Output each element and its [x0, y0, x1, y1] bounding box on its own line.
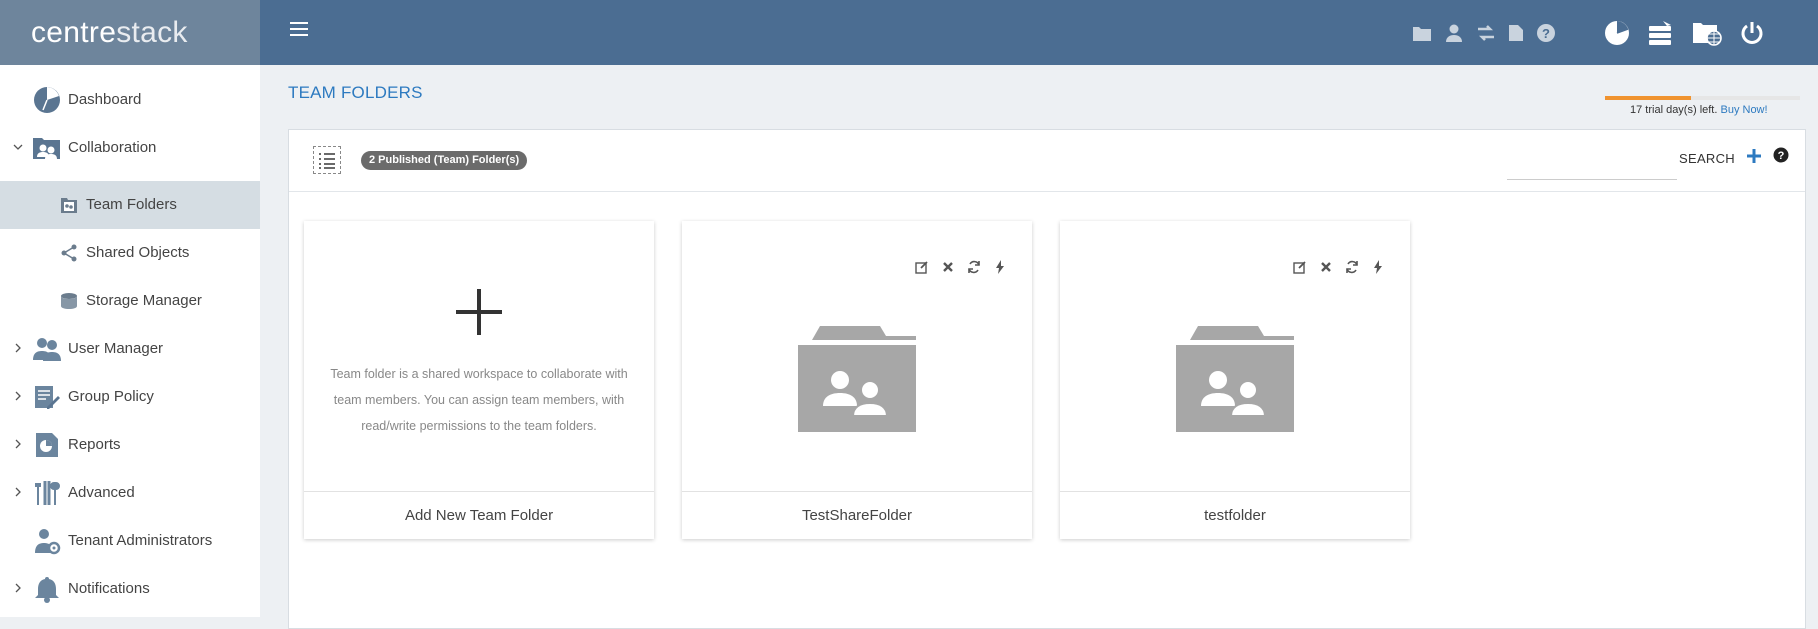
team-folders-panel: 2 Published (Team) Folder(s) SEARCH ? Te… [288, 129, 1806, 629]
delete-icon[interactable] [940, 259, 956, 275]
sidebar-item-label: Advanced [68, 484, 135, 501]
bell-icon [32, 575, 62, 603]
users-icon [32, 335, 62, 363]
svg-text:?: ? [1778, 150, 1785, 162]
edit-icon[interactable] [914, 259, 930, 275]
sidebar-item-label: Tenant Administrators [68, 532, 213, 549]
sidebar-item-advanced[interactable]: Advanced [0, 469, 260, 517]
sidebar-item-tenant-administrators[interactable]: Tenant Administrators [0, 517, 260, 565]
document-icon[interactable] [1508, 24, 1524, 42]
sidebar-item-label: Shared Objects [86, 244, 190, 261]
team-folder-icon [798, 326, 916, 432]
lightning-icon[interactable] [992, 259, 1008, 275]
sync-icon[interactable] [1344, 259, 1360, 275]
logo: centrestack [31, 16, 188, 50]
share-icon [58, 239, 80, 267]
sidebar-item-user-manager[interactable]: User Manager [0, 325, 260, 373]
storage-icon [58, 287, 80, 315]
menu-toggle-icon[interactable] [290, 22, 310, 40]
sidebar-item-label: User Manager [68, 340, 164, 357]
sidebar-item-label: Dashboard [68, 91, 142, 108]
edit-icon[interactable] [1292, 259, 1308, 275]
chevron-right-icon [15, 583, 21, 593]
help-circle-icon[interactable]: ? [1536, 23, 1556, 43]
card-actions [1292, 259, 1386, 275]
list-view-button[interactable] [313, 146, 341, 174]
sidebar-item-notifications[interactable]: Notifications [0, 565, 260, 613]
sidebar-item-team-folders[interactable]: Team Folders [0, 181, 260, 229]
tools-icon [32, 479, 62, 507]
card-title: Add New Team Folder [304, 491, 654, 539]
svg-text:?: ? [1542, 26, 1550, 41]
header-quick-icons: ? [1412, 0, 1556, 65]
sidebar-item-label: Team Folders [86, 196, 177, 213]
trial-notice: 17 trial day(s) left. Buy Now! [1630, 104, 1768, 116]
chevron-right-icon [15, 487, 21, 497]
sidebar-item-label: Reports [68, 436, 121, 453]
plus-icon [456, 289, 502, 335]
chevron-down-icon [13, 144, 23, 150]
logo-text-bold: stack [116, 15, 188, 49]
trial-days-text: 17 trial day(s) left. [1630, 104, 1718, 116]
server-stack-icon[interactable] [1647, 20, 1675, 46]
sync-icon[interactable] [966, 259, 982, 275]
reports-icon [32, 431, 62, 459]
team-folder-icon [58, 191, 80, 219]
sidebar-item-group-policy[interactable]: Group Policy [0, 373, 260, 421]
search-input[interactable] [1507, 156, 1677, 180]
help-icon[interactable]: ? [1773, 147, 1789, 163]
panel-toolbar: 2 Published (Team) Folder(s) SEARCH ? [289, 130, 1805, 192]
trial-progress-fill [1605, 96, 1691, 100]
transfer-icon[interactable] [1476, 24, 1496, 42]
admin-gear-icon [32, 527, 62, 555]
delete-icon[interactable] [1318, 259, 1334, 275]
sidebar: Dashboard Collaboration Team Folders Sha… [0, 65, 260, 617]
card-title: testfolder [1060, 491, 1410, 539]
team-folder-card[interactable]: testfolder [1060, 221, 1410, 539]
logo-area[interactable]: centrestack [0, 0, 260, 65]
globe-folder-icon[interactable] [1692, 20, 1722, 46]
chevron-right-icon [15, 343, 21, 353]
team-folder-icon [1176, 326, 1294, 432]
page-title: TEAM FOLDERS [288, 83, 423, 102]
sidebar-item-label: Collaboration [68, 139, 157, 156]
card-title: TestShareFolder [682, 491, 1032, 539]
dashboard-icon [32, 86, 62, 114]
folder-icon[interactable] [1412, 24, 1432, 42]
collaboration-icon [32, 134, 62, 162]
sidebar-item-dashboard[interactable]: Dashboard [0, 76, 260, 124]
search-button[interactable]: SEARCH [1679, 151, 1735, 166]
sidebar-item-collaboration[interactable]: Collaboration [0, 124, 260, 172]
buy-now-link[interactable]: Buy Now! [1720, 104, 1767, 116]
published-folder-count-badge: 2 Published (Team) Folder(s) [361, 151, 528, 170]
sidebar-item-storage-manager[interactable]: Storage Manager [0, 277, 260, 325]
user-icon[interactable] [1444, 24, 1464, 42]
sidebar-item-label: Group Policy [68, 388, 154, 405]
pie-chart-icon[interactable] [1604, 20, 1630, 46]
sidebar-item-shared-objects[interactable]: Shared Objects [0, 229, 260, 277]
add-card-description: Team folder is a shared workspace to col… [330, 367, 628, 433]
trial-progress-bar [1605, 96, 1800, 100]
top-bar: centrestack ? [0, 0, 1818, 65]
sidebar-item-label: Notifications [68, 580, 150, 597]
add-team-folder-card[interactable]: Team folder is a shared workspace to col… [304, 221, 654, 539]
chevron-right-icon [15, 391, 21, 401]
add-icon[interactable] [1745, 147, 1763, 165]
chevron-right-icon [15, 439, 21, 449]
header-main-icons [1604, 0, 1765, 65]
card-actions [914, 259, 1008, 275]
sidebar-item-label: Storage Manager [86, 292, 202, 309]
power-icon[interactable] [1739, 20, 1765, 46]
lightning-icon[interactable] [1370, 259, 1386, 275]
team-folder-card[interactable]: TestShareFolder [682, 221, 1032, 539]
logo-text-light: centre [31, 15, 117, 49]
sidebar-item-reports[interactable]: Reports [0, 421, 260, 469]
list-view-icon [319, 153, 335, 169]
policy-icon [32, 383, 62, 411]
